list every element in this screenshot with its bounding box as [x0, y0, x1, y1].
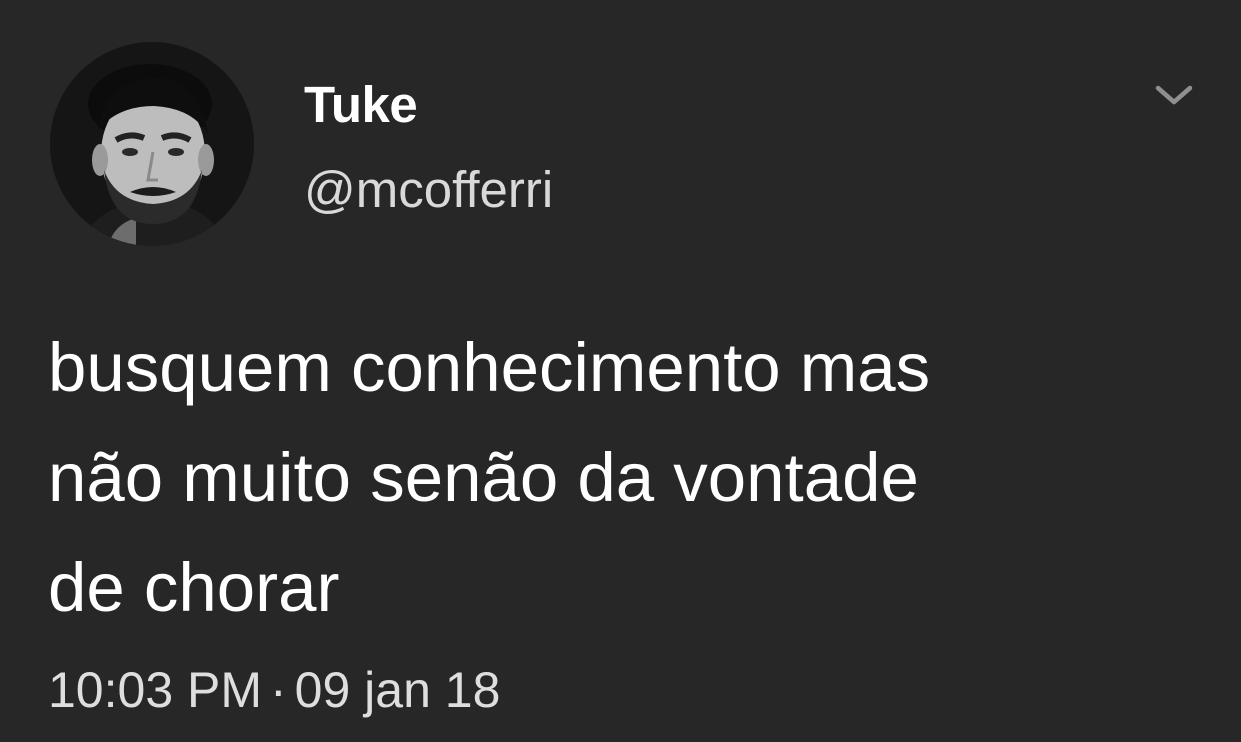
display-name[interactable]: Tuke: [304, 73, 418, 137]
tweet-timestamp[interactable]: 10:03 PM · 09 jan 18: [48, 658, 500, 722]
avatar[interactable]: [50, 42, 254, 246]
user-handle[interactable]: @mcofferri: [304, 158, 553, 222]
meta-separator: ·: [270, 662, 287, 718]
tweet-card: Tuke @mcofferri busquem conhecimento mas…: [0, 0, 1241, 742]
more-options-button[interactable]: [1148, 78, 1200, 112]
tweet-time: 10:03 PM: [48, 662, 263, 718]
avatar-photo: [50, 42, 254, 246]
chevron-down-icon: [1155, 85, 1193, 105]
tweet-text: busquem conhecimento mas não muito senão…: [48, 329, 931, 626]
tweet-date: 09 jan 18: [294, 662, 501, 718]
